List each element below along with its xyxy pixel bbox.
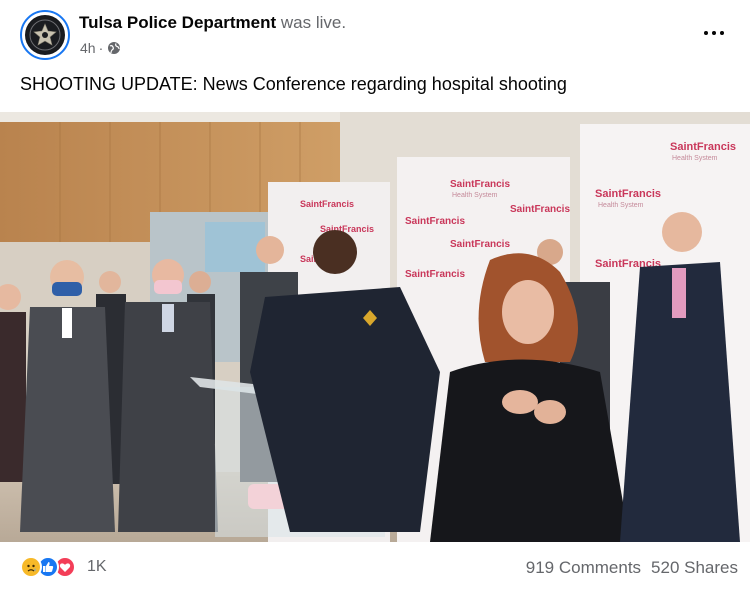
backdrop-sublabel-1: Health System	[672, 155, 718, 162]
comments-count-link[interactable]: 919 Comments	[526, 558, 641, 578]
globe-icon	[107, 41, 121, 55]
more-dot-1	[704, 31, 708, 35]
live-video-player[interactable]: SaintFrancis SaintFrancis SaintFrancis S…	[0, 112, 750, 542]
reactions-summary[interactable]: 1K	[20, 556, 107, 578]
backdrop-logo-5: SaintFrancis	[405, 216, 465, 227]
shares-count-link[interactable]: 520 Shares	[651, 558, 738, 578]
live-status: was live.	[280, 13, 347, 32]
backdrop-logo-4: SaintFrancis	[450, 179, 510, 190]
post-timestamp[interactable]: 4h	[80, 40, 96, 56]
post-footer: 1K 919 Comments 520 Shares	[0, 542, 750, 592]
more-dot-3	[720, 31, 724, 35]
backdrop-sublabel-2: Health System	[598, 202, 644, 209]
police-badge-logo	[25, 15, 65, 55]
more-dot-2	[712, 31, 716, 35]
post-message: SHOOTING UPDATE: News Conference regardi…	[20, 74, 567, 94]
backdrop-logo-8: SaintFrancis	[405, 269, 465, 280]
page-avatar[interactable]	[20, 10, 70, 60]
backdrop-logo-6: SaintFrancis	[510, 204, 570, 215]
reaction-count: 1K	[87, 558, 107, 575]
backdrop-sublabel-3: Health System	[452, 192, 498, 199]
backdrop-logo-9: SaintFrancis	[670, 141, 736, 153]
page-name-link[interactable]: Tulsa Police Department	[79, 13, 276, 32]
more-options-button[interactable]	[700, 26, 728, 40]
sad-reaction-icon	[20, 556, 42, 578]
post-header: Tulsa Police Department was live. 4h ·	[0, 0, 750, 66]
backdrop-logo-10: SaintFrancis	[595, 188, 661, 200]
meta-separator: ·	[98, 40, 104, 56]
backdrop-logo-7: SaintFrancis	[450, 239, 510, 250]
backdrop-logo-1: SaintFrancis	[300, 199, 354, 209]
